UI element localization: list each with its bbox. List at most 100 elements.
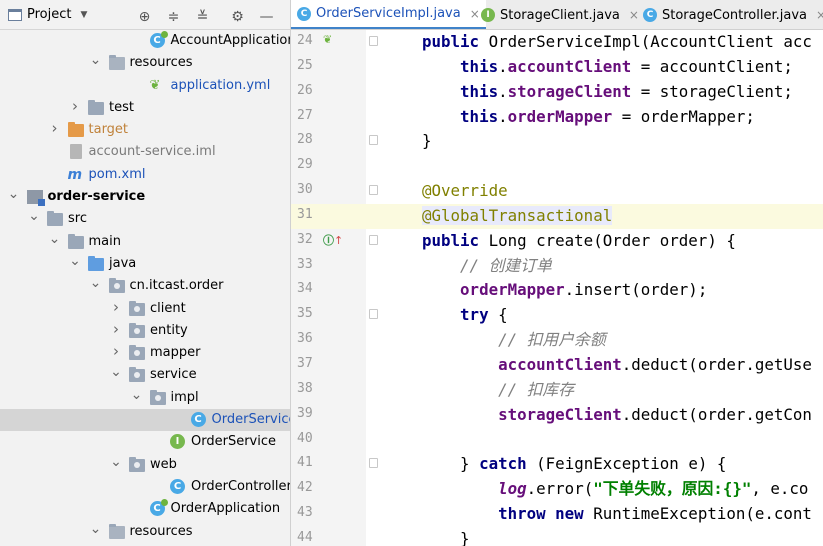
tree-item-mapper[interactable]: › mapper [0, 342, 290, 364]
chevron-down-icon[interactable]: ⌄ [110, 454, 122, 470]
gutter-line[interactable]: 32 Ⓘ↑ [291, 229, 378, 254]
tab-order-service-impl[interactable]: C OrderServiceImpl.java × [291, 0, 486, 29]
gutter-line[interactable]: 35 [291, 303, 378, 328]
gutter-line[interactable]: 28 [291, 129, 378, 154]
spring-bean-gutter-icon[interactable]: ❦ [323, 33, 332, 46]
gutter-line[interactable]: 30 [291, 179, 378, 204]
chevron-right-icon[interactable]: › [49, 119, 61, 137]
tab-storage-client[interactable]: I StorageClient.java × [475, 0, 645, 29]
gutter-line[interactable]: 27 [291, 105, 366, 130]
code-token: . [498, 106, 508, 126]
tree-item-application-yml[interactable]: ❦ application.yml [0, 75, 290, 97]
line-number: 38 [297, 380, 313, 396]
tree-item-order-application[interactable]: C OrderApplication [0, 498, 290, 520]
tree-item-test[interactable]: › test [0, 97, 290, 119]
tree-item-resources-2[interactable]: ⌄ resources [0, 521, 290, 543]
hide-panel-icon[interactable]: — [258, 8, 275, 25]
class-icon: C [190, 412, 207, 428]
tree-item-entity[interactable]: › entity [0, 320, 290, 342]
line-number: 25 [297, 57, 313, 73]
line-number: 24 [297, 33, 313, 48]
class-icon: C [643, 8, 657, 22]
gutter-line[interactable]: 25 [291, 55, 366, 80]
tree-item-resources[interactable]: ⌄ resources [0, 52, 290, 74]
tree-item-label: java [109, 255, 137, 271]
tree-item-order-service-impl[interactable]: C OrderService [0, 409, 290, 432]
code-token: log [498, 479, 527, 499]
class-icon: C [297, 6, 311, 21]
line-number: 32 [297, 231, 313, 247]
chevron-right-icon[interactable]: › [110, 320, 122, 338]
chevron-right-icon[interactable]: › [110, 342, 122, 360]
tab-storage-controller[interactable]: C StorageController.java × [637, 0, 823, 29]
tree-item-main[interactable]: ⌄ main [0, 231, 290, 253]
gutter-line[interactable]: 43 [291, 502, 366, 527]
chevron-right-icon[interactable]: › [110, 298, 122, 316]
tree-item-label: src [68, 211, 87, 227]
chevron-down-icon[interactable]: ⌄ [69, 253, 81, 269]
gutter-line[interactable]: 33 [291, 254, 366, 279]
gutter-line[interactable]: 39 [291, 403, 366, 428]
gutter-line[interactable]: 40 [291, 428, 366, 453]
tree-item-java[interactable]: ⌄ java [0, 253, 290, 275]
tab-label: StorageController.java [662, 7, 807, 23]
code-token: . [498, 56, 508, 76]
tree-item-client[interactable]: › client [0, 298, 290, 320]
chevron-down-icon[interactable]: ⌄ [90, 521, 102, 537]
chevron-down-icon[interactable]: ⌄ [8, 186, 20, 202]
tree-item-order-controller[interactable]: C OrderController [0, 476, 290, 498]
line-number: 40 [297, 430, 313, 446]
gutter-line[interactable]: 34 [291, 278, 366, 303]
tree-item-order-service-interface[interactable]: I OrderService [0, 431, 290, 453]
gutter-line[interactable]: 36 [291, 328, 366, 353]
tree-item-service[interactable]: ⌄ service [0, 364, 290, 386]
chevron-down-icon[interactable]: ⌄ [90, 52, 102, 68]
implements-gutter-icon[interactable]: Ⓘ↑ [323, 232, 343, 248]
gear-icon[interactable]: ⚙ [229, 8, 246, 25]
chevron-down-icon[interactable]: ⌄ [110, 364, 122, 380]
project-window-icon [8, 8, 22, 21]
close-icon[interactable]: × [816, 8, 823, 22]
collapse-all-icon[interactable]: ≚ [194, 8, 211, 25]
project-panel-title: Project [27, 7, 72, 22]
gutter-line[interactable]: 29 [291, 154, 366, 179]
module-icon [26, 189, 45, 207]
project-view-selector[interactable]: Project ▼ [8, 7, 87, 22]
tree-item-web[interactable]: ⌄ web [0, 454, 290, 476]
gutter-line[interactable]: 31 [291, 203, 378, 229]
tree-item-label: pom.xml [88, 166, 146, 182]
code-token: throw new [498, 504, 594, 524]
gutter-line[interactable]: 41 [291, 452, 378, 477]
code-editor[interactable]: public OrderServiceImpl(AccountClient ac… [366, 30, 823, 546]
tree-item-order-service[interactable]: ⌄ order-service [0, 186, 290, 208]
locate-file-icon[interactable]: ⊕ [136, 8, 153, 25]
gutter-line[interactable]: 38 [291, 378, 366, 403]
gutter-line[interactable]: 44 [291, 527, 366, 546]
tree-item-account-service-iml[interactable]: account-service.iml [0, 141, 290, 163]
resources-folder-icon [108, 523, 125, 540]
tree-item-src[interactable]: ⌄ src [0, 208, 290, 230]
tree-item-target[interactable]: › target [0, 119, 290, 141]
gutter-line[interactable]: 24 ❦ [291, 30, 378, 55]
line-number: 43 [297, 505, 313, 521]
gutter-line[interactable]: 37 [291, 353, 366, 378]
code-token: RuntimeException(e.cont [593, 504, 812, 524]
code-token: } [422, 454, 480, 474]
chevron-down-icon[interactable]: ⌄ [49, 231, 61, 247]
code-token: this [460, 56, 499, 76]
chevron-down-icon[interactable]: ⌄ [90, 275, 102, 291]
tree-item-package-order[interactable]: ⌄ cn.itcast.order [0, 275, 290, 297]
expand-all-icon[interactable]: ≑ [165, 8, 182, 25]
chevron-right-icon[interactable]: › [69, 97, 81, 115]
tree-item-label: mapper [150, 345, 201, 361]
gutter-line[interactable]: 26 [291, 80, 366, 105]
chevron-down-icon[interactable]: ⌄ [28, 208, 40, 224]
tree-item-pom-xml[interactable]: m pom.xml [0, 164, 290, 186]
tree-item-account-application[interactable]: C AccountApplication [0, 30, 290, 52]
gutter-line[interactable]: 42 [291, 477, 366, 502]
tree-item-label: OrderController [191, 478, 291, 494]
tree-item-impl[interactable]: ⌄ impl [0, 387, 290, 409]
chevron-down-icon[interactable]: ⌄ [131, 387, 143, 403]
